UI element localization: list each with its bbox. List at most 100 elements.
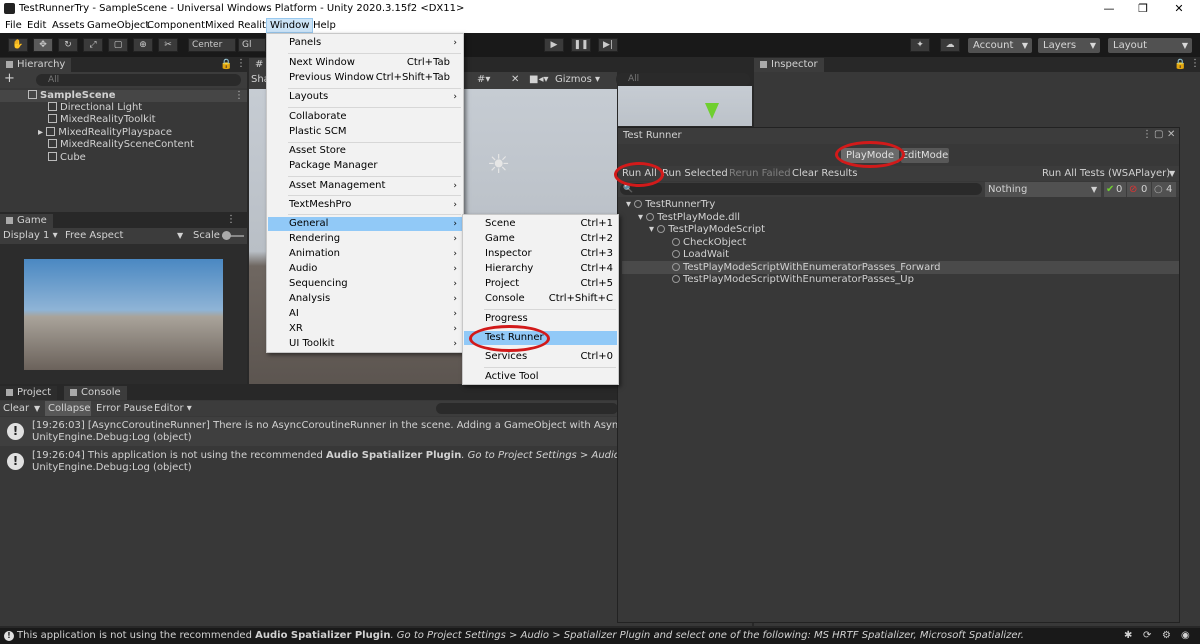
- menu-mixed-reality[interactable]: Mixed Reality: [202, 19, 275, 32]
- lock-icon[interactable]: 🔒: [220, 59, 232, 70]
- failed-filter[interactable]: ⊘ 0: [1127, 182, 1151, 197]
- test-tree-item[interactable]: ▾ TestPlayModeScript: [649, 224, 765, 236]
- more-options-icon[interactable]: ⋮: [1142, 129, 1152, 140]
- menu-window[interactable]: Window: [265, 18, 314, 33]
- scene-row[interactable]: SampleScene ⋮: [0, 90, 247, 102]
- scene-viewport-right[interactable]: [618, 86, 752, 126]
- scene-gizmo-icon[interactable]: [705, 103, 719, 119]
- menu-item-asset-management[interactable]: Asset Management ›: [268, 179, 462, 193]
- rect-tool-icon[interactable]: ▢: [108, 38, 128, 52]
- editor-dropdown[interactable]: Editor ▾: [154, 403, 192, 415]
- move-tool-icon[interactable]: ✥: [33, 38, 53, 52]
- test-tree-item[interactable]: ▾ TestPlayMode.dll: [638, 212, 740, 224]
- menu-item-general[interactable]: General ›: [268, 217, 462, 231]
- menu-gameobject[interactable]: GameObject: [84, 19, 152, 32]
- maximize-button[interactable]: ❐: [1128, 1, 1158, 17]
- menu-item-panels[interactable]: Panels ›: [268, 36, 462, 50]
- menu-file[interactable]: File: [2, 19, 25, 32]
- menu-item-layouts[interactable]: Layouts ›: [268, 90, 462, 104]
- scale-tool-icon[interactable]: ⤢: [83, 38, 103, 52]
- test-tree-item[interactable]: CheckObject: [672, 237, 746, 249]
- test-tree-item[interactable]: ▾ TestRunnerTry: [626, 199, 715, 211]
- maximize-icon[interactable]: ▢: [1154, 129, 1163, 140]
- menu-component[interactable]: Component: [144, 19, 208, 32]
- skipped-filter[interactable]: ○ 4: [1152, 182, 1176, 197]
- hierarchy-item[interactable]: ▸ MixedRealityPlayspace: [38, 127, 172, 139]
- aspect-dropdown[interactable]: Free Aspect: [65, 230, 123, 242]
- clear-results-button[interactable]: Clear Results: [792, 168, 857, 180]
- camera-icon[interactable]: ■◂▾: [529, 74, 549, 86]
- menu-edit[interactable]: Edit: [24, 19, 49, 32]
- tools-icon[interactable]: ✕: [511, 74, 519, 86]
- console-search-input[interactable]: [436, 403, 618, 414]
- chevron-down-icon[interactable]: ▼: [1169, 168, 1175, 180]
- menu-item-hierarchy[interactable]: Hierarchy Ctrl+4: [464, 262, 617, 276]
- more-options-icon[interactable]: ⋮: [1190, 58, 1200, 69]
- test-tree-item[interactable]: TestPlayModeScriptWithEnumeratorPasses_F…: [672, 262, 941, 274]
- menu-item-console[interactable]: Console Ctrl+Shift+C: [464, 292, 617, 306]
- test-tree-item[interactable]: TestPlayModeScriptWithEnumeratorPasses_U…: [672, 274, 914, 286]
- grid-icon[interactable]: #▾: [477, 74, 490, 86]
- clear-button[interactable]: Clear: [3, 403, 29, 415]
- menu-item-previous-window[interactable]: Previous Window Ctrl+Shift+Tab: [268, 71, 462, 85]
- menu-item-active-tool[interactable]: Active Tool: [464, 370, 617, 384]
- tab-console[interactable]: Console: [64, 386, 127, 400]
- menu-item-sequencing[interactable]: Sequencing ›: [268, 277, 462, 291]
- hierarchy-item[interactable]: Cube: [48, 152, 86, 164]
- menu-assets[interactable]: Assets: [49, 19, 88, 32]
- menu-item-inspector[interactable]: Inspector Ctrl+3: [464, 247, 617, 261]
- play-button-icon[interactable]: ▶: [544, 38, 564, 52]
- run-all-tests-button[interactable]: Run All Tests (WSAPlayer): [1042, 168, 1170, 180]
- step-button-icon[interactable]: ▶|: [598, 38, 618, 52]
- log-entry[interactable]: ! [19:26:04] This application is not usi…: [0, 447, 706, 476]
- menu-item-ai[interactable]: AI ›: [268, 307, 462, 321]
- tab-inspector[interactable]: Inspector: [754, 58, 824, 72]
- tab-hierarchy[interactable]: Hierarchy: [0, 58, 72, 72]
- menu-item-progress[interactable]: Progress: [464, 312, 617, 326]
- cloud-icon[interactable]: ☁: [940, 38, 960, 52]
- account-dropdown[interactable]: Account ▼: [968, 38, 1032, 53]
- lock-icon[interactable]: 🔒: [1174, 59, 1186, 70]
- test-tree-item[interactable]: LoadWait: [672, 249, 729, 261]
- editmode-tab[interactable]: EditMode: [901, 148, 949, 163]
- rerun-failed-button[interactable]: Rerun Failed: [729, 168, 791, 180]
- menu-item-next-window[interactable]: Next Window Ctrl+Tab: [268, 56, 462, 70]
- custom-tool-icon[interactable]: ✂: [158, 38, 178, 52]
- hierarchy-item[interactable]: MixedRealityToolkit: [48, 114, 156, 126]
- log-entry[interactable]: ! [19:26:03] [AsyncCoroutineRunner] Ther…: [0, 417, 708, 446]
- menu-item-collaborate[interactable]: Collaborate: [268, 110, 462, 124]
- menu-item-plastic-scm[interactable]: Plastic SCM: [268, 125, 462, 139]
- layout-dropdown[interactable]: Layout ▼: [1108, 38, 1192, 53]
- more-options-icon[interactable]: ⋮: [226, 214, 236, 225]
- collapse-toggle[interactable]: Collapse: [45, 401, 91, 416]
- layers-dropdown[interactable]: Layers ▼: [1038, 38, 1100, 53]
- hand-tool-icon[interactable]: ✋: [8, 38, 28, 52]
- menu-item-audio[interactable]: Audio ›: [268, 262, 462, 276]
- status-bar[interactable]: ! This application is not using the reco…: [0, 628, 1200, 644]
- menu-item-animation[interactable]: Animation ›: [268, 247, 462, 261]
- close-button[interactable]: ✕: [1164, 1, 1194, 17]
- transform-tool-icon[interactable]: ⊕: [133, 38, 153, 52]
- bug-icon[interactable]: ✱: [1124, 630, 1132, 642]
- menu-item-asset-store[interactable]: Asset Store: [268, 144, 462, 158]
- menu-item-textmeshpro[interactable]: TextMeshPro ›: [268, 198, 462, 212]
- scene-search-field[interactable]: All: [616, 73, 750, 86]
- menu-item-rendering[interactable]: Rendering ›: [268, 232, 462, 246]
- collab-icon[interactable]: ✦: [910, 38, 930, 52]
- gizmos-dropdown[interactable]: Gizmos ▾: [555, 74, 600, 86]
- display-dropdown[interactable]: Display 1 ▾: [3, 230, 58, 242]
- menu-item-xr[interactable]: XR ›: [268, 322, 462, 336]
- menu-item-ui-toolkit[interactable]: UI Toolkit ›: [268, 337, 462, 351]
- add-button[interactable]: +: [4, 72, 15, 85]
- chevron-down-icon[interactable]: ▼: [34, 403, 40, 415]
- passed-filter[interactable]: ✔ 0: [1104, 182, 1126, 197]
- tab-game[interactable]: Game: [0, 214, 53, 228]
- settings-icon[interactable]: ⚙: [1162, 630, 1171, 642]
- pivot-center-toggle[interactable]: Center: [188, 38, 236, 52]
- close-icon[interactable]: ✕: [1167, 129, 1175, 140]
- menu-help[interactable]: Help: [310, 19, 339, 32]
- pivot-global-toggle[interactable]: Gl: [238, 38, 266, 52]
- menu-item-analysis[interactable]: Analysis ›: [268, 292, 462, 306]
- hierarchy-item[interactable]: MixedRealitySceneContent: [48, 139, 194, 151]
- more-options-icon[interactable]: ⋮: [234, 90, 244, 101]
